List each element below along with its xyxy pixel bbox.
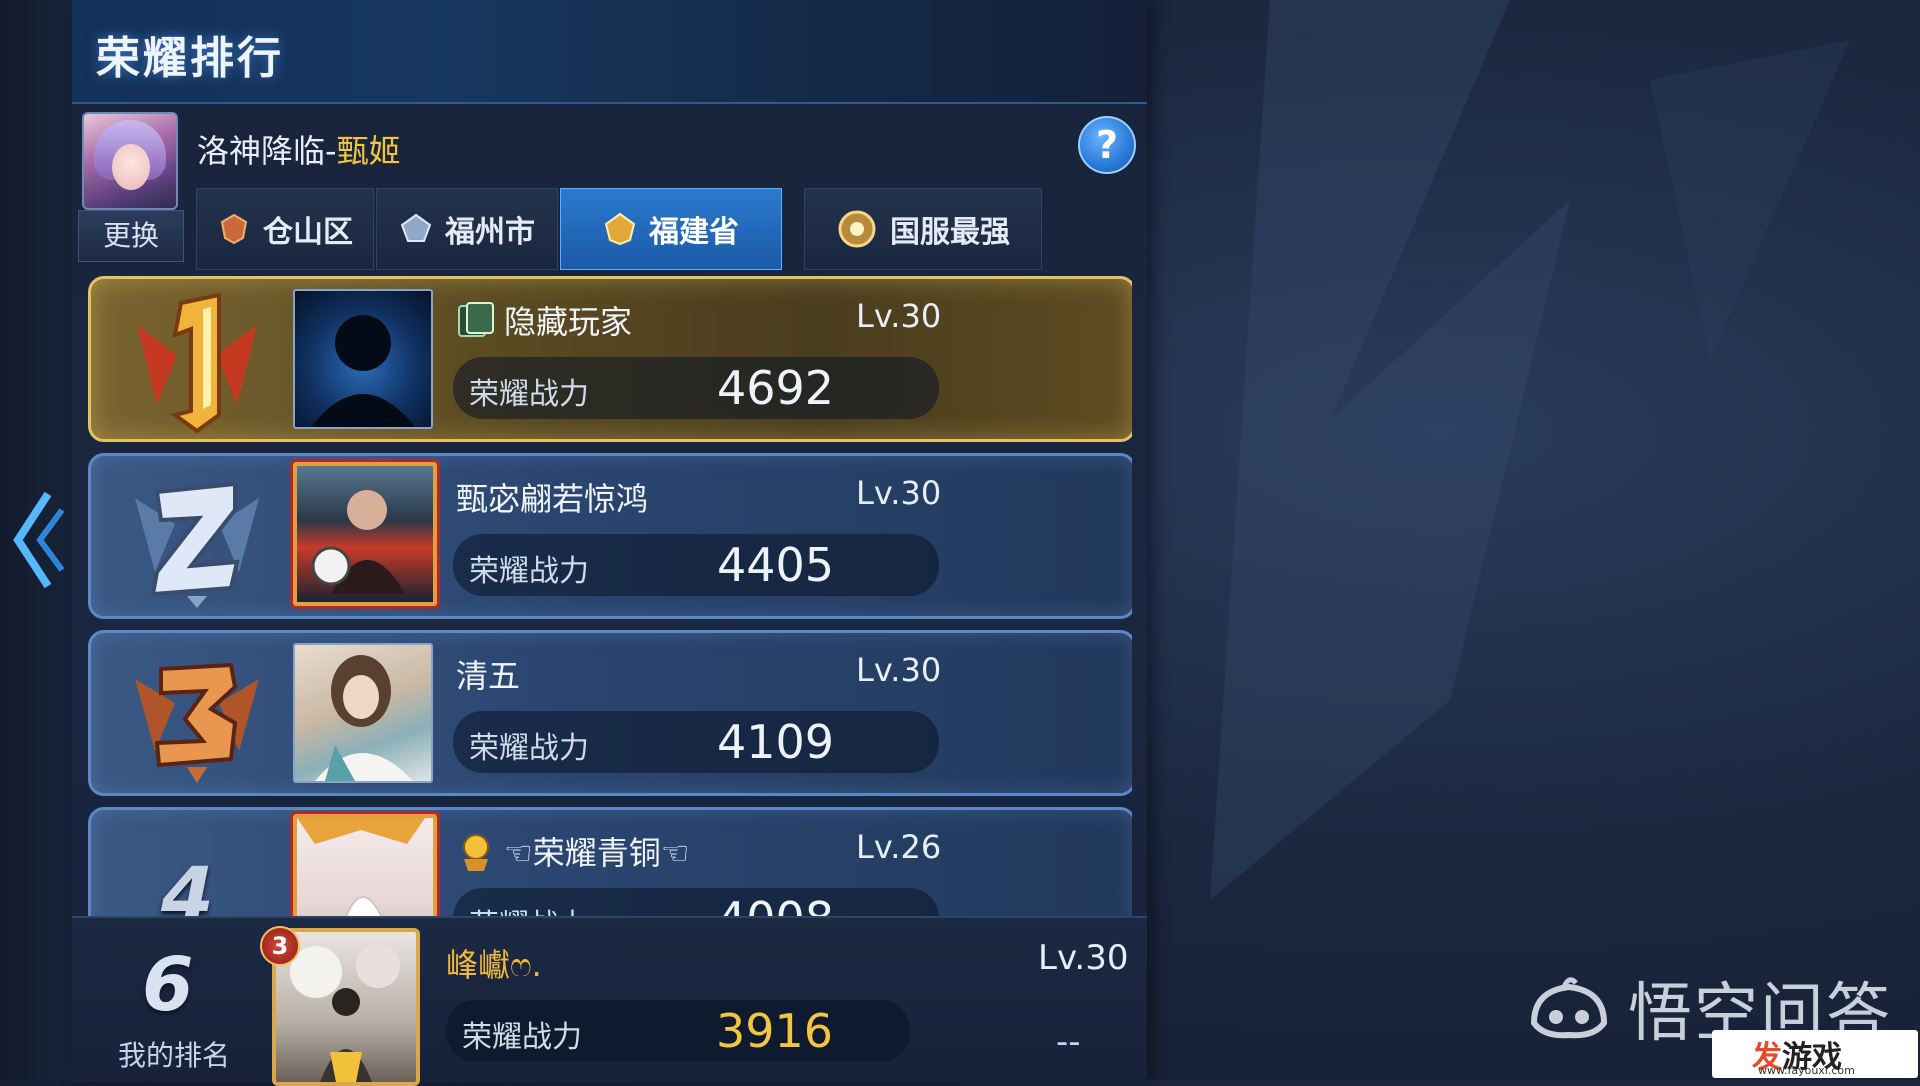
player-avatar[interactable]	[293, 814, 437, 916]
rank-3-badge-icon	[135, 662, 259, 783]
rank-change-indicator: --	[1056, 1022, 1081, 1062]
power-value: 4692	[717, 361, 835, 415]
player-level: Lv.30	[856, 474, 942, 512]
tab-city-label: 福州市	[445, 215, 535, 250]
back-arrow-icon[interactable]	[8, 488, 64, 592]
power-value: 4008	[717, 892, 834, 916]
scope-tabs: 仓山区 福州市 福建省 国服最强	[196, 188, 1146, 270]
power-box: 荣耀战力 4405	[453, 534, 939, 596]
help-button[interactable]: ?	[1078, 116, 1136, 174]
power-label: 荣耀战力	[469, 377, 589, 412]
power-box: 荣耀战力 4109	[453, 711, 939, 773]
hidden-player-card-icon	[458, 302, 494, 337]
player-level: Lv.26	[856, 828, 942, 866]
ranking-panel: 荣耀排行 洛神降临-甄姬 ? 更换 仓山区 福州市 福建省 国服最强 隐藏玩家 …	[72, 0, 1147, 1086]
power-value: 4109	[717, 715, 835, 769]
rank-2-badge-icon	[135, 481, 259, 608]
hidden-player-silhouette-icon	[311, 315, 415, 427]
tab-national-label: 国服最强	[890, 215, 1010, 250]
title-bar: 荣耀排行	[72, 0, 1147, 104]
my-rank-label: 我的排名	[118, 1039, 231, 1072]
hero-title: 洛神降临-	[197, 132, 337, 170]
my-power-value: 3916	[716, 1004, 834, 1058]
tab-district[interactable]: 仓山区	[196, 188, 374, 270]
avatar-photo	[315, 655, 413, 781]
site-logo-url: www.fayouxi.com	[1758, 1064, 1855, 1077]
hero-portrait[interactable]	[82, 112, 178, 210]
my-player-name: 峰巘ෆ.	[446, 946, 542, 984]
tab-district-label: 仓山区	[263, 215, 353, 250]
background-streak	[1210, 0, 1850, 900]
tab-province-label: 福建省	[649, 215, 739, 250]
ranking-row-3[interactable]: 清五 Lv.30 荣耀战力 4109	[88, 630, 1132, 796]
power-label: 荣耀战力	[469, 900, 589, 916]
tab-province[interactable]: 福建省	[560, 188, 782, 270]
my-player-level: Lv.30	[1038, 938, 1129, 978]
player-avatar[interactable]	[293, 289, 433, 429]
hero-name: 洛神降临-甄姬	[197, 126, 401, 172]
hero-face	[112, 144, 150, 190]
player-name-text: ☜荣耀青铜☜	[504, 834, 690, 872]
my-power-box: 荣耀战力 3916	[446, 1000, 910, 1062]
power-value: 4405	[717, 538, 835, 592]
power-label: 荣耀战力	[469, 554, 589, 589]
left-rail	[0, 0, 72, 1080]
player-level: Lv.30	[856, 651, 942, 689]
rank-1-badge-icon	[137, 292, 257, 433]
province-badge-icon	[604, 212, 636, 246]
ranking-row-2[interactable]: 甄宓翩若惊鸿 Lv.30 荣耀战力 4405	[88, 453, 1132, 619]
wukong-logo-icon	[1530, 977, 1608, 1039]
ranking-row-4[interactable]: 4 ☜荣耀青铜☜ Lv.26 荣耀战力 4008	[88, 807, 1132, 916]
hero-name-highlight: 甄姬	[336, 132, 401, 170]
my-rank-number: 6	[142, 942, 194, 1028]
tab-national[interactable]: 国服最强	[804, 188, 1042, 270]
ranking-row-1[interactable]: 隐藏玩家 Lv.30 荣耀战力 4692	[88, 276, 1132, 442]
player-name-text: 隐藏玩家	[504, 303, 633, 341]
power-box: 荣耀战力 4692	[453, 357, 939, 419]
city-badge-icon	[400, 213, 432, 242]
my-level-badge: 3	[260, 926, 300, 966]
player-name: 清五	[456, 651, 520, 697]
player-name: 甄宓翩若惊鸿	[456, 474, 648, 520]
power-label: 荣耀战力	[469, 731, 589, 766]
player-avatar[interactable]	[293, 462, 437, 606]
hero-row: 洛神降临-甄姬 ?	[72, 104, 1147, 210]
player-avatar[interactable]	[293, 643, 433, 783]
site-logo: 发游戏 www.fayouxi.com	[1712, 1030, 1918, 1078]
player-level: Lv.30	[856, 297, 942, 335]
ranking-list[interactable]: 隐藏玩家 Lv.30 荣耀战力 4692 甄宓翩若惊鸿 Lv.30 荣耀战力 4…	[88, 276, 1132, 916]
power-box: 荣耀战力 4008	[453, 888, 939, 916]
avatar-photo	[311, 490, 405, 594]
power-label: 荣耀战力	[462, 1020, 582, 1055]
change-hero-button[interactable]: 更换	[78, 210, 184, 262]
tab-city[interactable]: 福州市	[376, 188, 558, 270]
page-title: 荣耀排行	[96, 33, 284, 84]
player-name-text: 甄宓翩若惊鸿	[456, 480, 649, 518]
national-badge-icon	[838, 210, 876, 248]
bronze-medal-icon	[463, 834, 489, 871]
player-name: ☜荣耀青铜☜	[456, 828, 689, 874]
district-badge-icon	[220, 213, 248, 245]
player-name: 隐藏玩家	[456, 297, 632, 343]
rank-number: 4	[161, 850, 214, 916]
player-name-text: 清五	[456, 657, 521, 695]
avatar-photo	[297, 818, 425, 916]
my-ranking-row: 6 我的排名 3 峰巘ෆ. Lv.30 荣耀战力 3916 --	[72, 916, 1147, 1086]
